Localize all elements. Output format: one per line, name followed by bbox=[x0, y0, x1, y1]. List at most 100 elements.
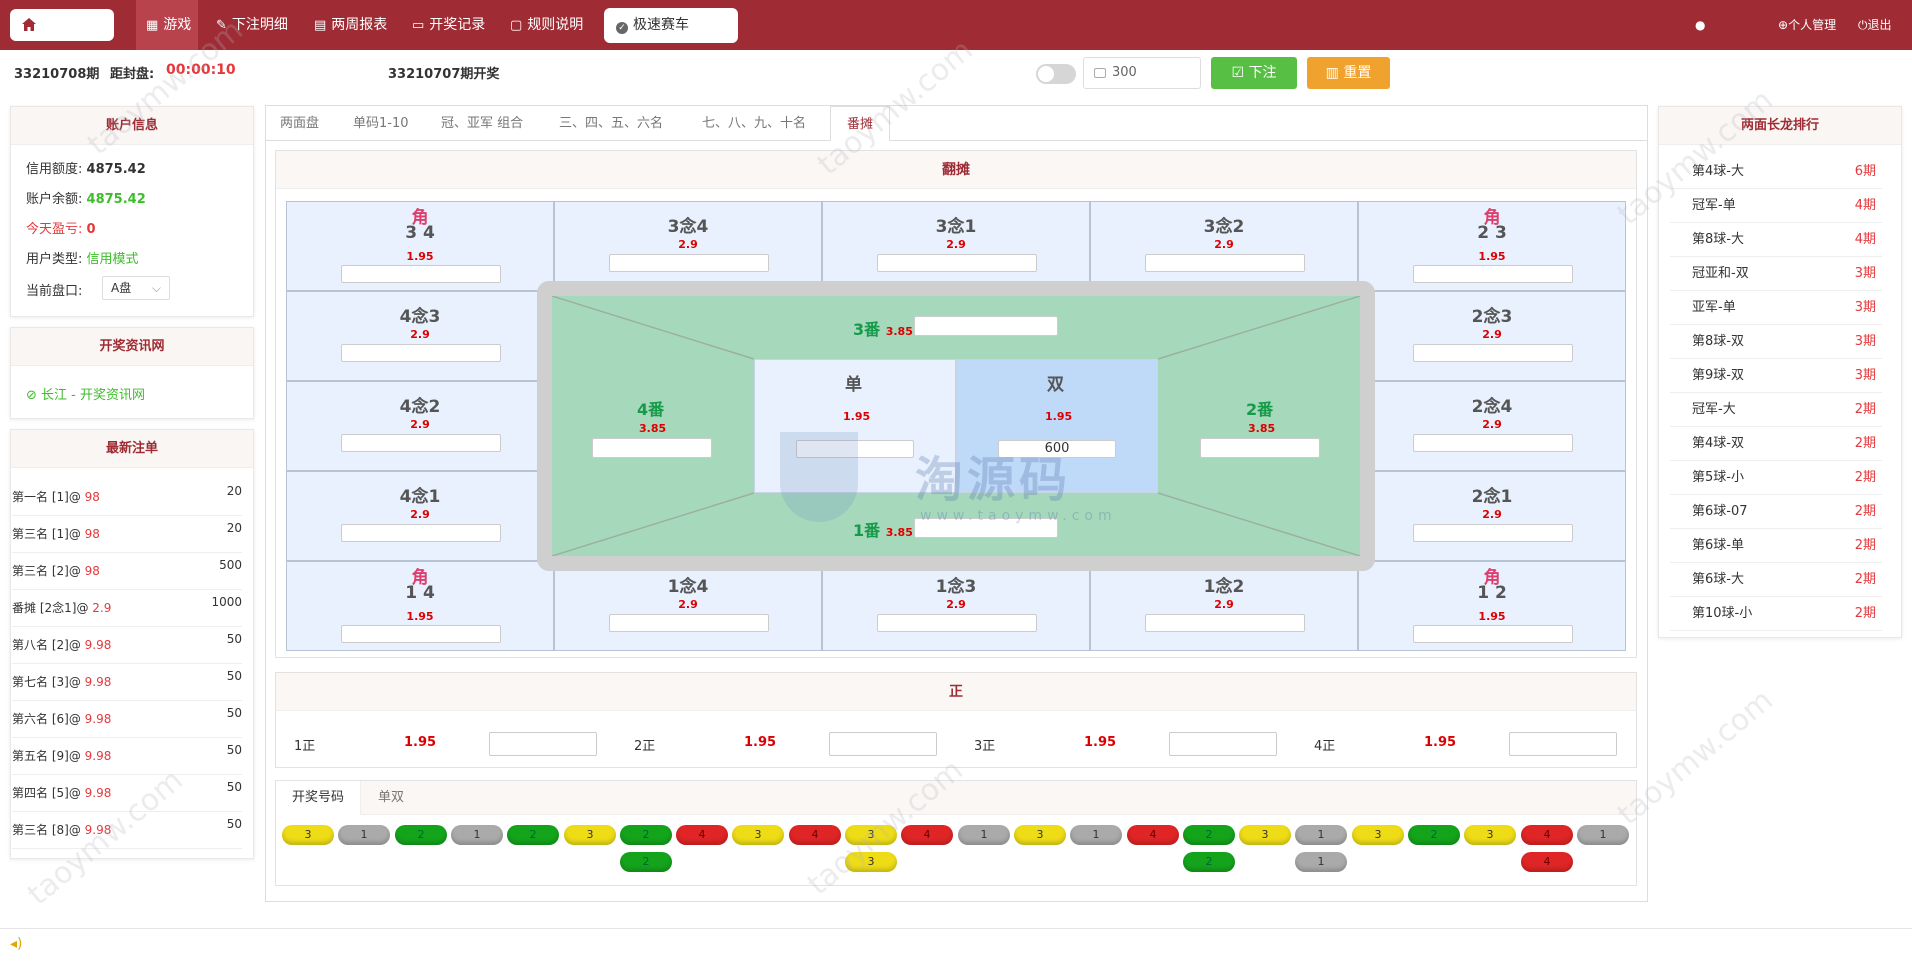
logout-link[interactable]: ⏻退出 bbox=[1858, 0, 1892, 50]
bet-button[interactable]: ☑ 下注 bbox=[1211, 57, 1297, 89]
bet-cell[interactable]: 1念2 2.9 bbox=[1090, 561, 1358, 651]
trash-icon: ▥ bbox=[1325, 65, 1344, 81]
cell-name: 3念4 bbox=[667, 217, 709, 237]
user-icon[interactable]: ● bbox=[1695, 0, 1705, 50]
ranking-name: 冠军-大 bbox=[1692, 402, 1736, 417]
zheng-input[interactable] bbox=[489, 732, 597, 756]
bet-cell[interactable]: 4念1 2.9 bbox=[286, 471, 554, 561]
balance-row: 账户余额: 4875.42 bbox=[26, 192, 146, 207]
ranking-periods: 2期 bbox=[1854, 572, 1876, 587]
zheng-label: 2正 bbox=[634, 739, 656, 754]
edit-icon: ☑ bbox=[1231, 65, 1249, 81]
ranking-name: 第6球-大 bbox=[1692, 572, 1744, 587]
tab-odd-even[interactable]: 单双 bbox=[378, 781, 404, 815]
sound-icon[interactable]: ◂) bbox=[10, 936, 23, 952]
ranking-periods: 3期 bbox=[1854, 266, 1876, 281]
ranking-name: 冠亚和-双 bbox=[1692, 266, 1749, 281]
bet-cell[interactable]: 角3 4 1.95 bbox=[286, 201, 554, 291]
bet-cell[interactable]: 2念4 2.9 bbox=[1358, 381, 1626, 471]
reset-button[interactable]: ▥ 重置 bbox=[1307, 57, 1390, 89]
cell-input[interactable] bbox=[341, 434, 501, 452]
nav-item-reports[interactable]: ▤ 两周报表 bbox=[314, 0, 387, 50]
cell-input[interactable] bbox=[609, 254, 769, 272]
bet-cell[interactable]: 1念4 2.9 bbox=[554, 561, 822, 651]
fan4-label: 4番 bbox=[637, 400, 665, 419]
ranking-name: 第10球-小 bbox=[1692, 606, 1753, 621]
bet-cell[interactable]: 1念3 2.9 bbox=[822, 561, 1090, 651]
even-label: 双 bbox=[1047, 375, 1064, 395]
home-button[interactable] bbox=[10, 9, 114, 41]
cell-input[interactable] bbox=[1413, 265, 1573, 283]
personal-management-link[interactable]: ⊕个人管理 bbox=[1778, 0, 1836, 50]
ranking-row: 冠军-大 2期 bbox=[1670, 393, 1882, 427]
zheng-input[interactable] bbox=[1509, 732, 1617, 756]
game-select-button[interactable]: ✓ 极速赛车 bbox=[604, 8, 738, 43]
tab-7-10[interactable]: 七、八、九、十名 bbox=[702, 106, 806, 141]
nav-item-draw-records[interactable]: ▭ 开奖记录 bbox=[412, 0, 485, 50]
cell-input[interactable] bbox=[609, 614, 769, 632]
fan4-input[interactable] bbox=[592, 438, 712, 458]
cell-input[interactable] bbox=[1413, 344, 1573, 362]
cell-input[interactable] bbox=[877, 254, 1037, 272]
cell-input[interactable] bbox=[1413, 625, 1573, 643]
nav-item-rules[interactable]: ▢ 规则说明 bbox=[510, 0, 583, 50]
fan3-input[interactable] bbox=[914, 316, 1058, 336]
bet-cell[interactable]: 角2 3 1.95 bbox=[1358, 201, 1626, 291]
bet-cell[interactable]: 3念4 2.9 bbox=[554, 201, 822, 291]
bottom-bar bbox=[0, 928, 1912, 966]
user-type-row: 用户类型: 信用模式 bbox=[26, 252, 139, 267]
tab-champion-combo[interactable]: 冠、亚军 组合 bbox=[441, 106, 523, 141]
bet-cell[interactable]: 角1 2 1.95 bbox=[1358, 561, 1626, 651]
list-item: 第三名 [8]@ 9.98 50 bbox=[12, 812, 242, 849]
ranking-periods: 6期 bbox=[1854, 164, 1876, 179]
cell-input[interactable] bbox=[341, 265, 501, 283]
nav-item-bet-details[interactable]: ✎ 下注明细 bbox=[216, 0, 288, 50]
cell-input[interactable] bbox=[1413, 524, 1573, 542]
ranking-name: 第6球-单 bbox=[1692, 538, 1744, 553]
cell-odds: 2.9 bbox=[678, 238, 698, 251]
bet-odds: 2.9 bbox=[92, 601, 112, 615]
bet-label: 番摊 [2念1]@ bbox=[12, 601, 93, 615]
bet-amount-input[interactable]: 300 bbox=[1083, 57, 1201, 89]
cell-input[interactable] bbox=[341, 625, 501, 643]
bet-cell[interactable]: 3念2 2.9 bbox=[1090, 201, 1358, 291]
cell-input[interactable] bbox=[341, 524, 501, 542]
bet-cell[interactable]: 角1 4 1.95 bbox=[286, 561, 554, 651]
fan3-label: 3番 3.85 bbox=[853, 320, 913, 339]
bet-cell[interactable]: 4念2 2.9 bbox=[286, 381, 554, 471]
ranking-row: 冠军-单 4期 bbox=[1670, 189, 1882, 223]
cell-input[interactable] bbox=[1145, 254, 1305, 272]
bet-cell[interactable]: 3念1 2.9 bbox=[822, 201, 1090, 291]
cell-input[interactable] bbox=[341, 344, 501, 362]
cell-input[interactable] bbox=[877, 614, 1037, 632]
cell-name: 1念3 bbox=[935, 577, 977, 597]
bet-amount: 50 bbox=[226, 669, 242, 683]
bet-cell[interactable]: 2念3 2.9 bbox=[1358, 291, 1626, 381]
ranking-row: 第9球-双 3期 bbox=[1670, 359, 1882, 393]
ranking-periods: 2期 bbox=[1854, 504, 1876, 519]
news-link[interactable]: ⊘ 长江 - 开奖资讯网 bbox=[26, 384, 145, 403]
tab-fantan[interactable]: 番摊 bbox=[830, 106, 890, 141]
tab-two-sides[interactable]: 两面盘 bbox=[280, 106, 319, 141]
bet-cell[interactable]: 4念3 2.9 bbox=[286, 291, 554, 381]
tab-draw-numbers[interactable]: 开奖号码 bbox=[276, 781, 361, 815]
result-ball: 4 bbox=[789, 825, 841, 845]
ranking-row: 第5球-小 2期 bbox=[1670, 461, 1882, 495]
zheng-input[interactable] bbox=[1169, 732, 1277, 756]
cell-input[interactable] bbox=[1145, 614, 1305, 632]
bet-cell[interactable]: 2念1 2.9 bbox=[1358, 471, 1626, 561]
list-item: 第七名 [3]@ 9.98 50 bbox=[12, 664, 242, 701]
tab-3-6[interactable]: 三、四、五、六名 bbox=[559, 106, 663, 141]
quick-bet-toggle[interactable] bbox=[1036, 64, 1076, 84]
tab-single-code[interactable]: 单码1-10 bbox=[353, 106, 409, 141]
fan2-input[interactable] bbox=[1200, 438, 1320, 458]
result-ball: 3 bbox=[732, 825, 784, 845]
ranking-periods: 3期 bbox=[1854, 368, 1876, 383]
plate-select[interactable]: A盘 ⌵ bbox=[102, 276, 170, 300]
cell-input[interactable] bbox=[1413, 434, 1573, 452]
monitor-icon: ▭ bbox=[412, 18, 425, 33]
credit-value: 4875.42 bbox=[86, 162, 146, 177]
nav-item-games[interactable]: ▦ 游戏 bbox=[136, 0, 198, 50]
zheng-input[interactable] bbox=[829, 732, 937, 756]
zheng-label: 1正 bbox=[294, 739, 316, 754]
